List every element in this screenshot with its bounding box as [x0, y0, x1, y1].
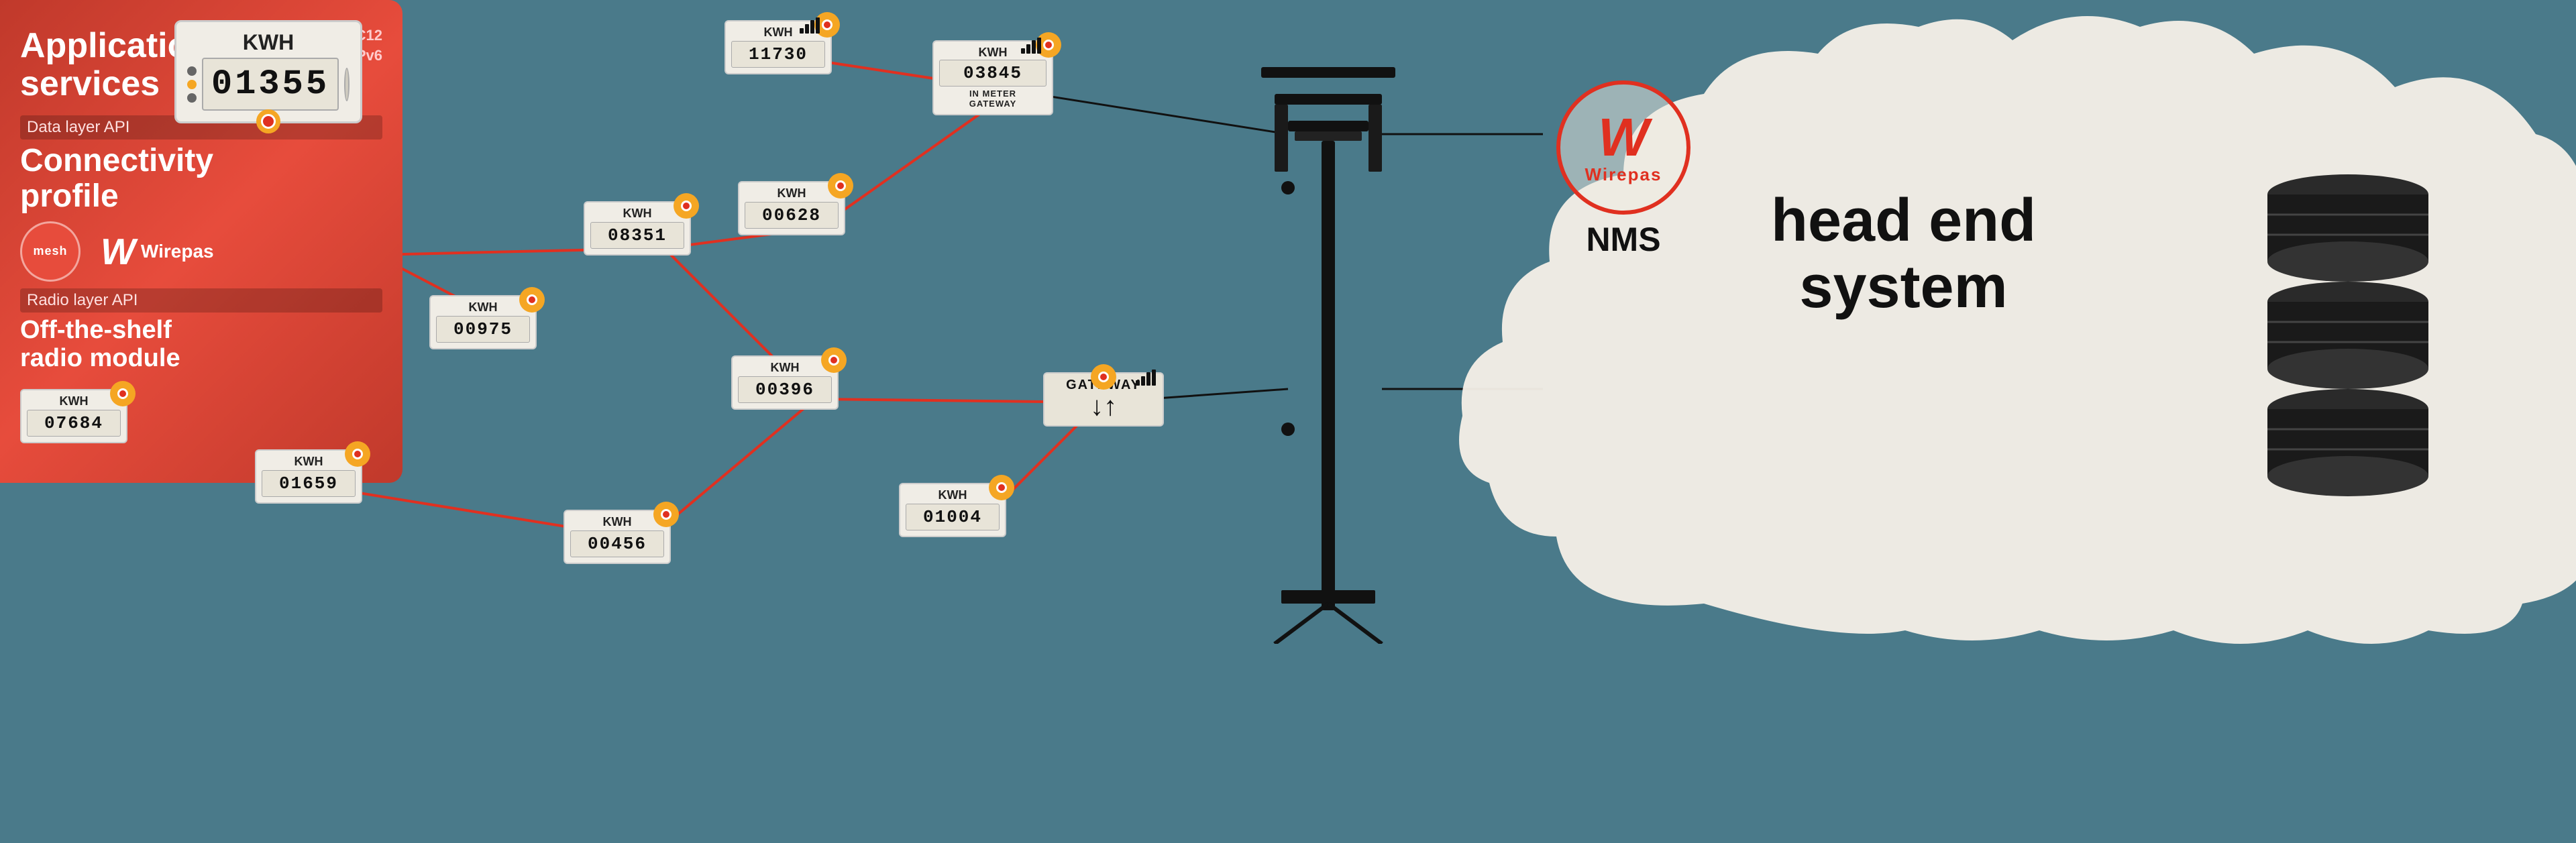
- meter-5-kwh: KWH: [436, 300, 530, 315]
- meter-5-node: [519, 287, 545, 313]
- main-meter-node: [256, 109, 280, 133]
- meter-1: KWH 11730: [724, 20, 832, 74]
- meter-7-display: 07684: [27, 410, 121, 437]
- meter-3: KWH 00628: [738, 181, 845, 235]
- meter-1-signal: [800, 17, 820, 34]
- main-meter-button: [344, 68, 350, 101]
- meter-4-kwh: KWH: [590, 207, 684, 221]
- meter-2-inmeter: KWH 03845 IN METERGATEWAY: [932, 40, 1053, 115]
- connectivity-title: Connectivity profile: [20, 144, 382, 215]
- meter-9-display: 00456: [570, 530, 664, 557]
- meter-10-kwh: KWH: [906, 488, 1000, 502]
- meter-1-display: 11730: [731, 41, 825, 68]
- gateway-signal: [1136, 370, 1156, 386]
- meter-3-display: 00628: [745, 202, 839, 229]
- meter-7-kwh: KWH: [27, 394, 121, 408]
- main-kwh-label: KWH: [187, 30, 350, 55]
- meter-8-node: [345, 441, 370, 467]
- meter-4-display: 08351: [590, 222, 684, 249]
- meter-2-inmeter-label: IN METERGATEWAY: [939, 89, 1046, 109]
- nms-label: NMS: [1586, 220, 1660, 259]
- db-svg: [2254, 168, 2442, 503]
- meter-6-node: [821, 347, 847, 373]
- main-meter-display: 01355: [202, 58, 339, 111]
- wirepas-logo-panel: W Wirepas: [101, 230, 214, 273]
- gateway-arrows: ↓↑: [1051, 393, 1156, 420]
- wirepas-v-icon: W: [101, 230, 136, 273]
- wirepas-nms-container: W Wirepas NMS: [1556, 80, 1690, 259]
- cloud-container: W Wirepas NMS head end system: [1436, 0, 2576, 657]
- offshelf-title: Off-the-shelf radio module: [20, 317, 382, 373]
- database-stack: [2254, 168, 2442, 506]
- main-meter: KWH 01355: [174, 20, 362, 123]
- meter-5: KWH 00975: [429, 295, 537, 349]
- meter-dots: [187, 66, 197, 103]
- meter-8-display: 01659: [262, 470, 356, 497]
- wirepas-text-panel: Wirepas: [141, 241, 214, 262]
- meter-8: KWH 01659: [255, 449, 362, 504]
- meter-6: KWH 00396: [731, 355, 839, 410]
- meter-2-signal: [1021, 38, 1041, 54]
- wirepas-circle: W Wirepas: [1556, 80, 1690, 215]
- meter-2-display: 03845: [939, 60, 1046, 87]
- meter-4: KWH 08351: [584, 201, 691, 256]
- gateway-node: [1091, 364, 1116, 390]
- radio-layer-api: Radio layer API: [20, 288, 382, 313]
- gateway-card: GATEWAY ↓↑: [1043, 372, 1164, 427]
- meter-4-node: [674, 193, 699, 219]
- meter-9-node: [653, 502, 679, 527]
- meter-5-display: 00975: [436, 316, 530, 343]
- meter-3-kwh: KWH: [745, 186, 839, 201]
- meter-6-display: 00396: [738, 376, 832, 403]
- meter-9-kwh: KWH: [570, 515, 664, 529]
- wirepas-v: W: [1598, 111, 1649, 164]
- head-end-text: head end system: [1771, 188, 2036, 321]
- wirepas-name-in-circle: Wirepas: [1585, 164, 1662, 185]
- meter-6-kwh: KWH: [738, 361, 832, 375]
- meter-10-node: [989, 475, 1014, 500]
- mesh-icon: mesh: [20, 221, 80, 282]
- meter-10-display: 01004: [906, 504, 1000, 530]
- meter-3-node: [828, 173, 853, 199]
- antenna-tower: [1234, 40, 1422, 644]
- meter-10: KWH 01004: [899, 483, 1006, 537]
- meter-9: KWH 00456: [564, 510, 671, 564]
- meter-8-kwh: KWH: [262, 455, 356, 469]
- meter-7: KWH 07684: [20, 389, 127, 443]
- meter-7-node: [110, 381, 136, 406]
